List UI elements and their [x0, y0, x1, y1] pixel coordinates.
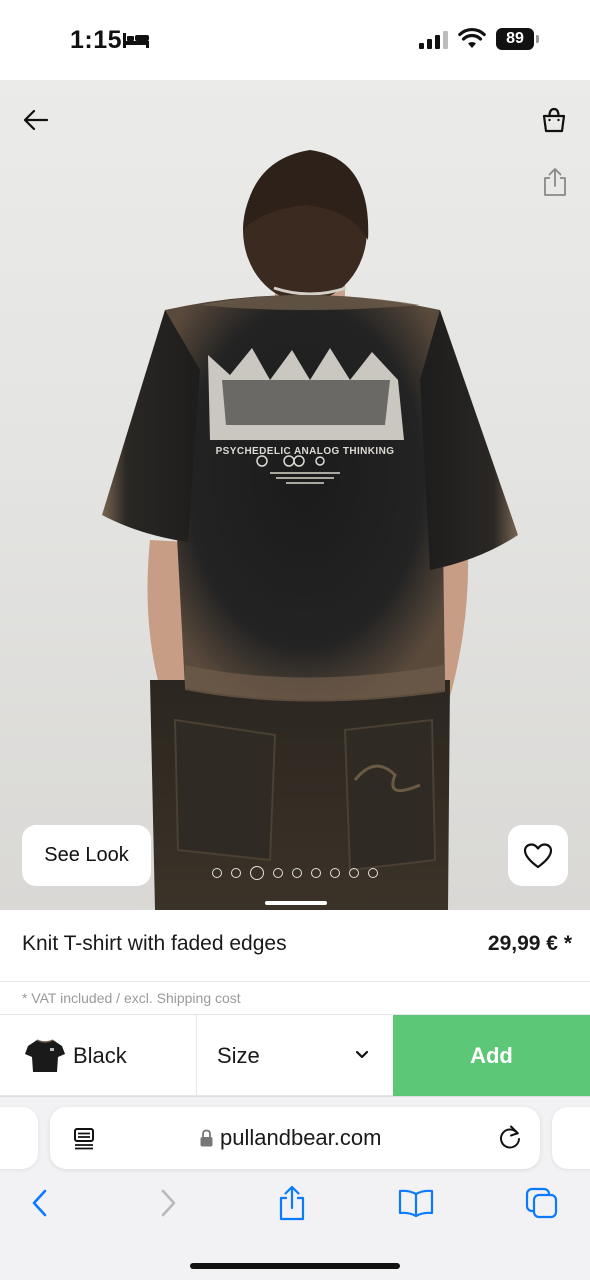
address-bar[interactable]: pullandbear.com: [50, 1107, 540, 1169]
heart-icon: [524, 842, 552, 868]
favorite-button[interactable]: [508, 825, 568, 886]
carousel-dot[interactable]: [330, 868, 340, 878]
browser-chrome: pullandbear.com: [0, 1096, 590, 1280]
product-name: Knit T-shirt with faded edges: [22, 932, 287, 955]
carousel-dot[interactable]: [368, 868, 378, 878]
browser-tabs-button[interactable]: [522, 1185, 562, 1221]
product-sheet: Knit T-shirt with faded edges 29,99 € * …: [0, 910, 590, 1096]
url-text[interactable]: pullandbear.com: [220, 1125, 381, 1151]
back-arrow-icon: [23, 109, 49, 131]
purchase-options-row: Black Size Add: [0, 1014, 590, 1096]
reader-icon[interactable]: [72, 1126, 96, 1150]
battery-icon: 89: [496, 28, 534, 50]
vat-note[interactable]: * VAT included / excl. Shipping cost: [22, 990, 241, 1006]
product-info-row: Knit T-shirt with faded edges 29,99 € *: [0, 910, 590, 982]
back-icon: [32, 1189, 47, 1217]
share-icon: [279, 1185, 305, 1221]
battery-cap: [536, 35, 539, 43]
browser-forward-button[interactable]: [148, 1185, 188, 1221]
carousel-dot[interactable]: [311, 868, 321, 878]
carousel-dot[interactable]: [273, 868, 283, 878]
shopping-bag-icon: [542, 107, 566, 133]
bookmarks-icon: [398, 1189, 434, 1218]
tabs-icon: [525, 1187, 558, 1219]
carousel-dot[interactable]: [212, 868, 222, 878]
lock-icon: [200, 1129, 213, 1147]
color-label: Black: [73, 1043, 127, 1068]
size-selector[interactable]: Size: [198, 1015, 393, 1096]
reload-icon[interactable]: [498, 1125, 522, 1151]
previous-tab-preview[interactable]: [0, 1107, 38, 1169]
status-bar: 1:15 89: [0, 0, 590, 80]
tshirt-thumbnail: [25, 1039, 65, 1072]
share-icon: [544, 168, 566, 196]
bed-icon: [123, 33, 149, 48]
add-to-cart-button[interactable]: Add: [393, 1015, 590, 1096]
carousel-dot[interactable]: [231, 868, 241, 878]
color-selector[interactable]: Black: [0, 1015, 197, 1096]
next-tab-preview[interactable]: [552, 1107, 590, 1169]
product-image-carousel[interactable]: PSYCHEDELIC ANALOG THINKING See Look: [0, 80, 590, 910]
size-label: Size: [217, 1043, 260, 1068]
status-time: 1:15: [70, 26, 123, 54]
carousel-dots[interactable]: [212, 866, 378, 880]
carousel-dot[interactable]: [349, 868, 359, 878]
svg-text:PSYCHEDELIC ANALOG THINKING: PSYCHEDELIC ANALOG THINKING: [216, 446, 395, 457]
product-photo: PSYCHEDELIC ANALOG THINKING: [102, 150, 518, 910]
carousel-dot-active[interactable]: [250, 866, 264, 880]
browser-back-button[interactable]: [20, 1185, 60, 1221]
share-button[interactable]: [538, 164, 572, 200]
back-button[interactable]: [18, 102, 54, 138]
wifi-icon: [458, 27, 486, 48]
chevron-down-icon: [355, 1050, 369, 1059]
browser-bookmarks-button[interactable]: [396, 1185, 436, 1221]
shopping-bag-button[interactable]: [536, 102, 572, 138]
forward-icon: [161, 1189, 176, 1217]
home-indicator: [190, 1263, 400, 1269]
see-look-button[interactable]: See Look: [22, 825, 151, 886]
battery-level: 89: [506, 30, 524, 47]
sheet-drag-handle[interactable]: [265, 901, 327, 905]
carousel-dot[interactable]: [292, 868, 302, 878]
product-price: 29,99 € *: [487, 932, 572, 955]
browser-share-button[interactable]: [272, 1185, 312, 1221]
signal-icon: [419, 31, 448, 49]
